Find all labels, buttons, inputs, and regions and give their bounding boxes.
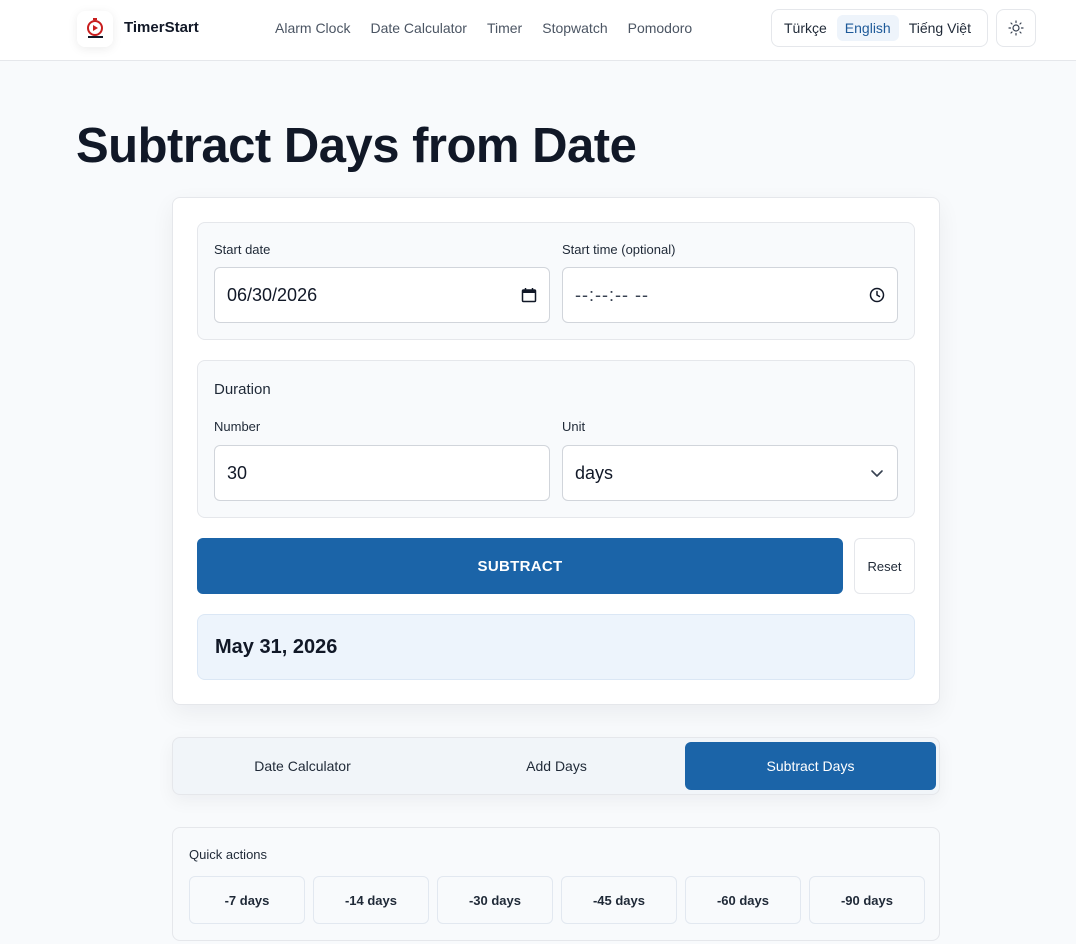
unit-label: Unit	[562, 419, 586, 434]
unit-value: days	[575, 462, 614, 483]
language-switcher: Türkçe English Tiếng Việt	[771, 9, 988, 47]
start-time-input[interactable]: --:--:-- --	[562, 267, 898, 323]
brand-name[interactable]: TimerStart	[124, 19, 199, 36]
nav-pomodoro[interactable]: Pomodoro	[628, 20, 693, 36]
number-value: 30	[227, 462, 248, 483]
top-header: TimerStart Alarm Clock Date Calculator T…	[0, 0, 1076, 61]
duration-panel: Duration Number 30 Unit days	[197, 360, 915, 518]
quick-minus-60-days-button[interactable]: -60 days	[685, 876, 801, 924]
quick-actions-title: Quick actions	[189, 847, 268, 862]
quick-minus-45-days-button[interactable]: -45 days	[561, 876, 677, 924]
page-title: Subtract Days from Date	[76, 119, 637, 173]
start-date-input[interactable]: 06/30/2026	[214, 267, 550, 323]
calculator-tabs: Date Calculator Add Days Subtract Days	[172, 737, 940, 795]
quick-minus-90-days-button[interactable]: -90 days	[809, 876, 925, 924]
calendar-icon[interactable]	[521, 287, 537, 303]
number-input[interactable]: 30	[214, 445, 550, 501]
quick-actions-row: -7 days -14 days -30 days -45 days -60 d…	[189, 876, 925, 924]
quick-actions-panel: Quick actions -7 days -14 days -30 days …	[172, 827, 940, 941]
nav-alarm-clock[interactable]: Alarm Clock	[275, 20, 350, 36]
tab-subtract-days[interactable]: Subtract Days	[685, 742, 936, 790]
lang-turkish[interactable]: Türkçe	[776, 15, 835, 41]
lang-vietnamese[interactable]: Tiếng Việt	[901, 15, 979, 41]
nav-date-calculator[interactable]: Date Calculator	[370, 20, 467, 36]
duration-heading: Duration	[214, 381, 271, 398]
quick-minus-30-days-button[interactable]: -30 days	[437, 876, 553, 924]
start-date-value: 06/30/2026	[227, 284, 318, 305]
sun-icon	[1008, 20, 1024, 36]
number-label: Number	[214, 419, 261, 434]
lang-english[interactable]: English	[836, 15, 899, 41]
nav-timer[interactable]: Timer	[487, 20, 522, 36]
subtract-button[interactable]: SUBTRACT	[197, 538, 843, 594]
start-time-value: --:--:-- --	[575, 284, 649, 305]
quick-minus-7-days-button[interactable]: -7 days	[189, 876, 305, 924]
main-nav: Alarm Clock Date Calculator Timer Stopwa…	[275, 20, 692, 36]
tab-date-calculator[interactable]: Date Calculator	[177, 742, 428, 790]
calculator-card: Start date 06/30/2026 Start time (option…	[172, 197, 940, 705]
tab-add-days[interactable]: Add Days	[431, 742, 682, 790]
result-value: May 31, 2026	[215, 635, 338, 658]
start-date-label: Start date	[214, 242, 271, 257]
start-panel: Start date 06/30/2026 Start time (option…	[197, 222, 915, 340]
nav-stopwatch[interactable]: Stopwatch	[542, 20, 607, 36]
timer-logo-icon[interactable]	[77, 11, 113, 47]
unit-select[interactable]: days	[562, 445, 898, 501]
quick-minus-14-days-button[interactable]: -14 days	[313, 876, 429, 924]
reset-button[interactable]: Reset	[854, 538, 915, 594]
result-box: May 31, 2026	[197, 614, 915, 680]
start-time-label: Start time (optional)	[562, 242, 676, 257]
clock-icon[interactable]	[869, 287, 885, 303]
theme-toggle-button[interactable]	[996, 9, 1036, 47]
chevron-down-icon	[871, 470, 883, 477]
